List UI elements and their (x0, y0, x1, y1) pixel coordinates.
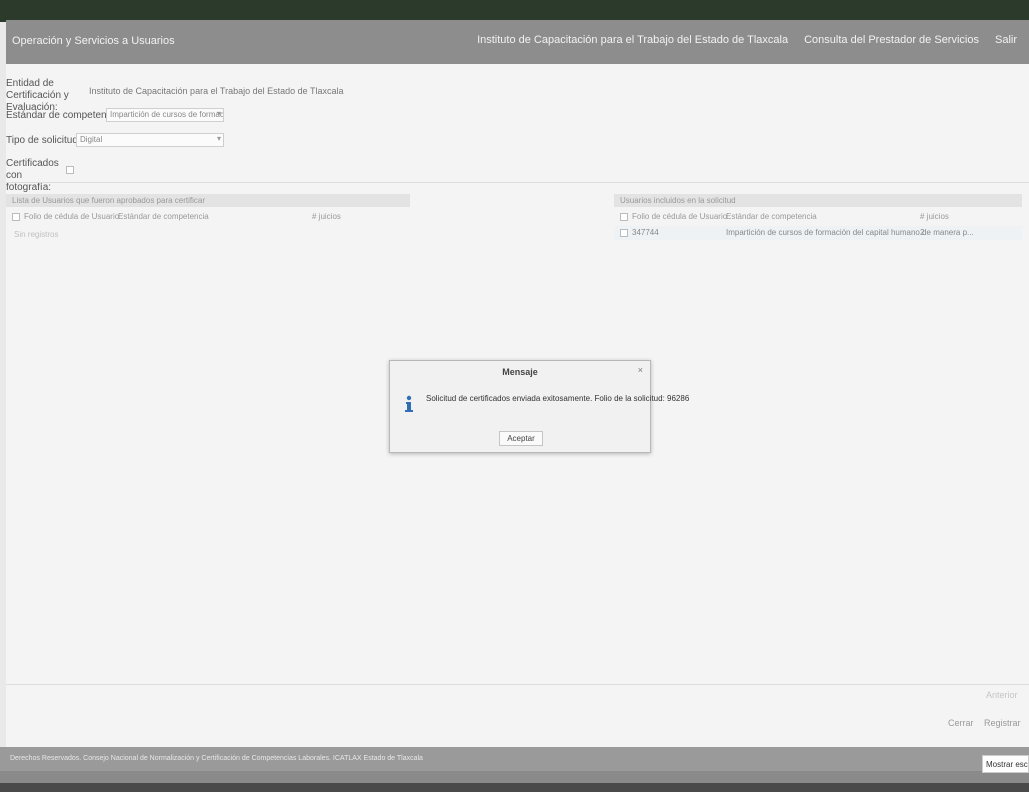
app-header: Operación y Servicios a Usuarios Institu… (6, 20, 1029, 64)
request-type-label: Tipo de solicitud: (6, 135, 81, 146)
photo-label: Certificados con fotografía: (6, 158, 59, 193)
app-title: Operación y Servicios a Usuarios (12, 35, 175, 47)
standard-select[interactable]: Impartición de cursos de formación del c… (106, 108, 224, 122)
right-col-count[interactable]: # juicios (920, 212, 949, 221)
form-divider (6, 182, 1029, 183)
standard-label: Estándar de competencia: (6, 110, 123, 121)
request-type-value: Digital (80, 135, 103, 144)
left-select-all-checkbox[interactable] (12, 213, 20, 221)
copyright-text: Derechos Reservados. Consejo Nacional de… (10, 755, 423, 762)
right-grid-header: Folio de cédula de Usuario Estándar de c… (614, 210, 1022, 224)
request-type-select[interactable]: Digital ▾ (76, 133, 224, 147)
right-panel-title: Usuarios incluidos en la solicitud (614, 194, 1022, 207)
header-nav: Instituto de Capacitación para el Trabaj… (477, 34, 1017, 46)
dialog-message: Solicitud de certificados enviada exitos… (426, 394, 690, 403)
status-bar: Derechos Reservados. Consejo Nacional de… (0, 747, 1029, 771)
photo-checkbox[interactable] (66, 166, 74, 174)
chevron-down-icon: ▾ (216, 109, 221, 118)
row-count: 2 (920, 228, 925, 237)
left-panel: Lista de Usuarios que fueron aprobados p… (6, 194, 416, 314)
left-empty-text: Sin registros (14, 230, 59, 239)
nav-provider-query-link[interactable]: Consulta del Prestador de Servicios (804, 34, 979, 46)
entity-label: Entidad de Certificación y Evaluación: (6, 78, 69, 113)
nav-logout-link[interactable]: Salir (995, 34, 1017, 46)
left-col-count[interactable]: # juicios (312, 212, 341, 221)
entity-value: Instituto de Capacitación para el Trabaj… (89, 86, 344, 96)
register-button[interactable]: Registrar (984, 718, 1021, 728)
left-grid-header: Folio de cédula de Usuario Estándar de c… (6, 210, 410, 224)
close-button[interactable]: Cerrar (948, 718, 974, 728)
dialog-title: Mensaje (502, 367, 538, 377)
left-panel-title: Lista de Usuarios que fueron aprobados p… (6, 194, 410, 207)
left-col-standard[interactable]: Estándar de competencia (118, 212, 209, 221)
row-folio: 347744 (632, 228, 659, 237)
table-row[interactable]: 347744 Impartición de cursos de formació… (614, 226, 1022, 240)
message-dialog: Mensaje × Solicitud de certificados envi… (389, 360, 689, 453)
right-panel: Usuarios incluidos en la solicitud Folio… (614, 194, 1024, 314)
right-col-folio[interactable]: Folio de cédula de Usuario (632, 212, 727, 221)
nav-institution-link[interactable]: Instituto de Capacitación para el Trabaj… (477, 34, 788, 46)
taskbar-line (0, 783, 1029, 792)
show-desktop-tooltip: Mostrar escritorio (982, 755, 1029, 773)
info-icon (405, 395, 413, 412)
monitor-top-strip (0, 0, 1029, 22)
monitor-bottom-strip (0, 771, 1029, 792)
right-select-all-checkbox[interactable] (620, 213, 628, 221)
row-checkbox[interactable] (620, 229, 628, 237)
left-col-folio[interactable]: Folio de cédula de Usuario (24, 212, 119, 221)
previous-button[interactable]: Anterior (986, 690, 1018, 700)
row-standard: Impartición de cursos de formación del c… (726, 228, 974, 237)
standard-select-value: Impartición de cursos de formación del c… (110, 110, 224, 119)
footer-divider (6, 684, 1029, 685)
chevron-down-icon: ▾ (216, 134, 221, 143)
close-icon[interactable]: × (638, 365, 643, 375)
accept-button[interactable]: Aceptar (499, 431, 543, 446)
right-col-standard[interactable]: Estándar de competencia (726, 212, 817, 221)
